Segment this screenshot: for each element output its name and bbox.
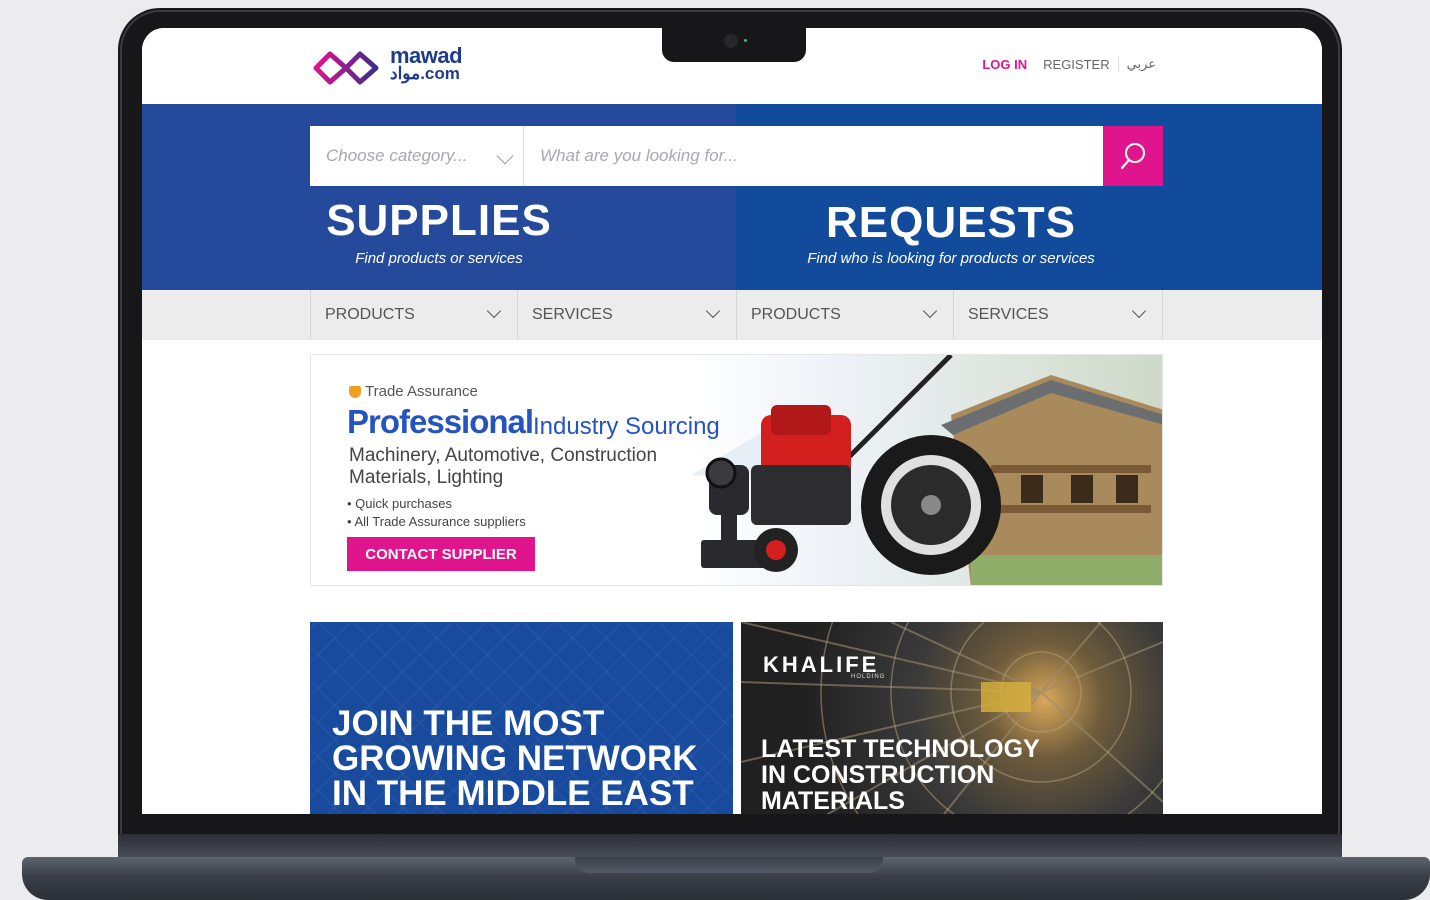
nav-label: SERVICES: [532, 306, 613, 323]
contact-supplier-button[interactable]: CONTACT SUPPLIER: [347, 537, 535, 571]
chevron-down-icon: [1131, 303, 1147, 319]
bullet-item: All Trade Assurance suppliers: [347, 513, 525, 531]
logo-text-ar: مواد.com: [390, 64, 460, 83]
hero: SUPPLIES Find products or services REQUE…: [142, 104, 1322, 290]
nav-requests-services[interactable]: SERVICES: [953, 290, 1163, 340]
logo[interactable]: mawad مواد.com: [310, 43, 463, 86]
category-select[interactable]: Choose category...: [310, 126, 524, 186]
supplies-title: SUPPLIES: [326, 196, 552, 245]
network-promo-tile[interactable]: JOIN THE MOST GROWING NETWORK IN THE MID…: [310, 622, 733, 814]
trade-assurance-label: Trade Assurance: [365, 383, 478, 400]
network-promo-text: JOIN THE MOST GROWING NETWORK IN THE MID…: [332, 704, 698, 813]
search-input[interactable]: [524, 126, 1103, 186]
mawad-logo-icon: [313, 51, 379, 85]
camera-icon: [724, 34, 738, 48]
khalife-logo-sub: HOLDING: [851, 674, 886, 680]
khalife-promo-tile[interactable]: KHALIFE HOLDING LATEST TECHNOLOGY IN CON…: [741, 622, 1163, 814]
banner-categories: Machinery, Automotive, Construction Mate…: [349, 445, 658, 488]
nav-supplies-products[interactable]: PRODUCTS: [310, 290, 517, 340]
khalife-promo-text: LATEST TECHNOLOGY IN CONSTRUCTION MATERI…: [761, 735, 1040, 814]
banner-product-image: [691, 355, 1162, 585]
register-link[interactable]: REGISTER: [1035, 56, 1119, 72]
chevron-down-icon: [486, 303, 502, 319]
language-switch[interactable]: عربي: [1119, 57, 1164, 72]
camera-notch: [662, 26, 806, 62]
supplies-subtitle: Find products or services: [355, 250, 523, 267]
nav-label: SERVICES: [968, 306, 1049, 323]
nav-label: PRODUCTS: [325, 306, 415, 323]
header-links: LOG IN REGISTER عربي: [974, 52, 1164, 76]
chevron-down-icon: [705, 303, 721, 319]
trade-assurance-banner[interactable]: Trade Assurance Professional Industry So…: [310, 354, 1163, 586]
trade-assurance-icon: [349, 385, 361, 398]
camera-indicator: [744, 39, 747, 42]
search-button[interactable]: [1103, 126, 1163, 186]
laptop-groove: [575, 857, 883, 873]
requests-subtitle: Find who is looking for products or serv…: [807, 250, 1095, 267]
category-nav: PRODUCTS SERVICES PRODUCTS SERVICES: [142, 290, 1322, 340]
logo-text-en: mawad: [390, 43, 463, 68]
requests-title: REQUESTS: [825, 198, 1077, 247]
trade-assurance-row: Trade Assurance: [349, 383, 478, 400]
banner-title: Professional: [347, 403, 534, 440]
search-bar: Choose category...: [310, 126, 1163, 186]
login-link[interactable]: LOG IN: [974, 57, 1035, 72]
search-icon: [1120, 143, 1145, 170]
nav-supplies-services[interactable]: SERVICES: [517, 290, 736, 340]
nav-requests-products[interactable]: PRODUCTS: [736, 290, 953, 340]
chevron-down-icon: [922, 303, 938, 319]
chevron-down-icon: [496, 147, 514, 165]
screen: mawad مواد.com LOG IN REGISTER عربي SUPP…: [142, 28, 1322, 814]
nav-label: PRODUCTS: [751, 306, 841, 323]
bullet-item: Quick purchases: [347, 495, 526, 513]
banner-bullets: Quick purchases All Trade Assurance supp…: [347, 495, 526, 531]
category-select-label: Choose category...: [326, 146, 468, 165]
